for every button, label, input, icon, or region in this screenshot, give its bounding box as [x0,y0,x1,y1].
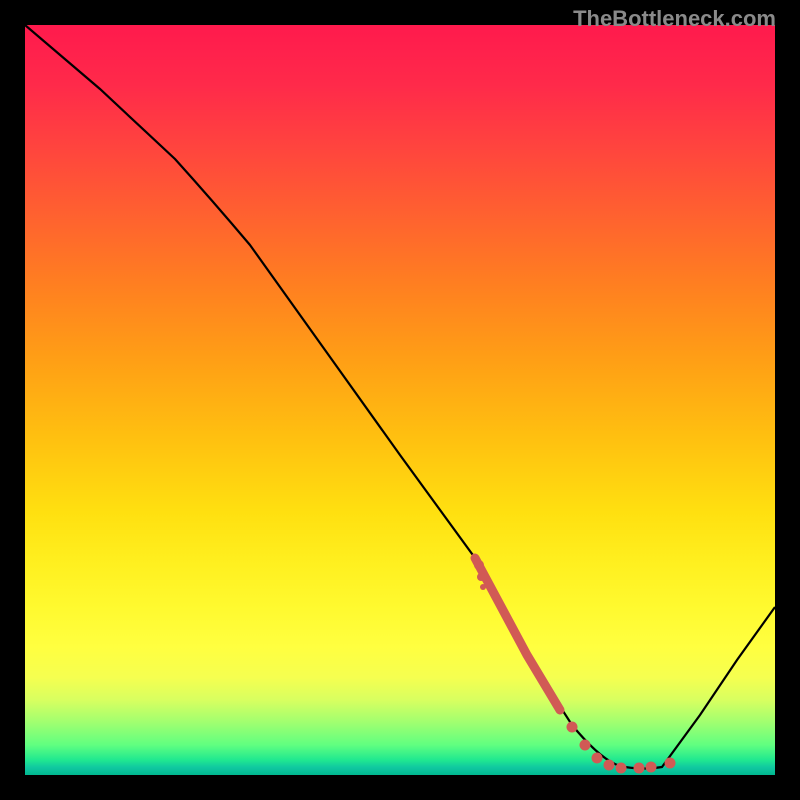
watermark-text: TheBottleneck.com [573,6,776,32]
chart-svg [25,25,775,775]
plot-area [25,25,775,775]
highlight-segment [474,558,676,774]
bottleneck-curve-line [25,25,775,769]
